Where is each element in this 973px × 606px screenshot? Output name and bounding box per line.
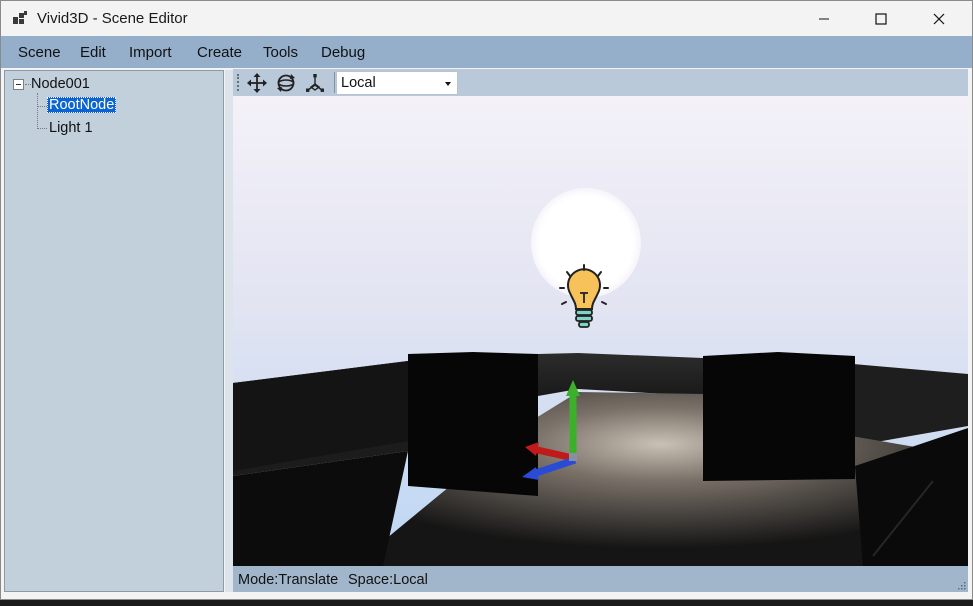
right-block xyxy=(703,352,855,481)
toolbar-grip[interactable] xyxy=(237,74,239,91)
tree-connector xyxy=(37,93,38,129)
status-bar: Mode:Translate Space:Local xyxy=(233,566,968,592)
collapse-toggle[interactable] xyxy=(13,79,24,90)
menu-bar: Scene Edit Import Create Tools Debug xyxy=(1,36,972,68)
scale-axes-icon xyxy=(306,73,324,92)
rotate-tool-button[interactable] xyxy=(274,71,298,94)
close-button[interactable] xyxy=(916,1,962,36)
editor-window: Vivid3D - Scene Editor Scene Edit Import… xyxy=(0,0,973,600)
status-mode: Mode:Translate xyxy=(238,572,339,588)
tree-connector xyxy=(37,128,47,129)
desktop-edge xyxy=(0,600,973,606)
menu-edit[interactable]: Edit xyxy=(80,44,106,61)
menu-debug[interactable]: Debug xyxy=(321,44,365,61)
tree-node-root[interactable]: Node001 xyxy=(31,76,90,92)
menu-create[interactable]: Create xyxy=(197,44,242,61)
viewport-scene xyxy=(233,96,968,566)
tree-node-light[interactable]: Light 1 xyxy=(49,120,93,136)
close-icon xyxy=(933,13,945,24)
status-space: Space:Local xyxy=(348,572,428,588)
left-block xyxy=(408,352,538,496)
3d-viewport[interactable] xyxy=(233,96,968,566)
tree-node-rootnode[interactable]: RootNode xyxy=(47,97,117,113)
window-title: Vivid3D - Scene Editor xyxy=(37,10,188,27)
menu-scene[interactable]: Scene xyxy=(18,44,61,61)
scene-tree[interactable]: Node001 RootNode Light 1 xyxy=(4,70,224,592)
coordinate-space-select[interactable]: Local xyxy=(336,71,458,95)
app-logo-icon xyxy=(13,11,27,24)
minimize-button[interactable] xyxy=(801,1,847,36)
move-arrows-icon xyxy=(247,72,267,93)
rotate-icon xyxy=(277,73,295,92)
resize-grip-icon[interactable] xyxy=(956,580,966,590)
scale-tool-button[interactable] xyxy=(303,71,327,94)
maximize-button[interactable] xyxy=(858,1,904,36)
chevron-down-icon xyxy=(445,82,451,86)
minimize-icon xyxy=(819,18,829,19)
menu-tools[interactable]: Tools xyxy=(263,44,298,61)
menu-import[interactable]: Import xyxy=(129,44,172,61)
toolbar-separator xyxy=(334,72,335,93)
space-select-value: Local xyxy=(341,75,376,91)
title-bar[interactable]: Vivid3D - Scene Editor xyxy=(1,1,972,36)
maximize-icon xyxy=(875,12,887,25)
panel-splitter[interactable] xyxy=(225,70,233,592)
tree-connector xyxy=(37,106,47,107)
translate-tool-button[interactable] xyxy=(245,71,269,94)
